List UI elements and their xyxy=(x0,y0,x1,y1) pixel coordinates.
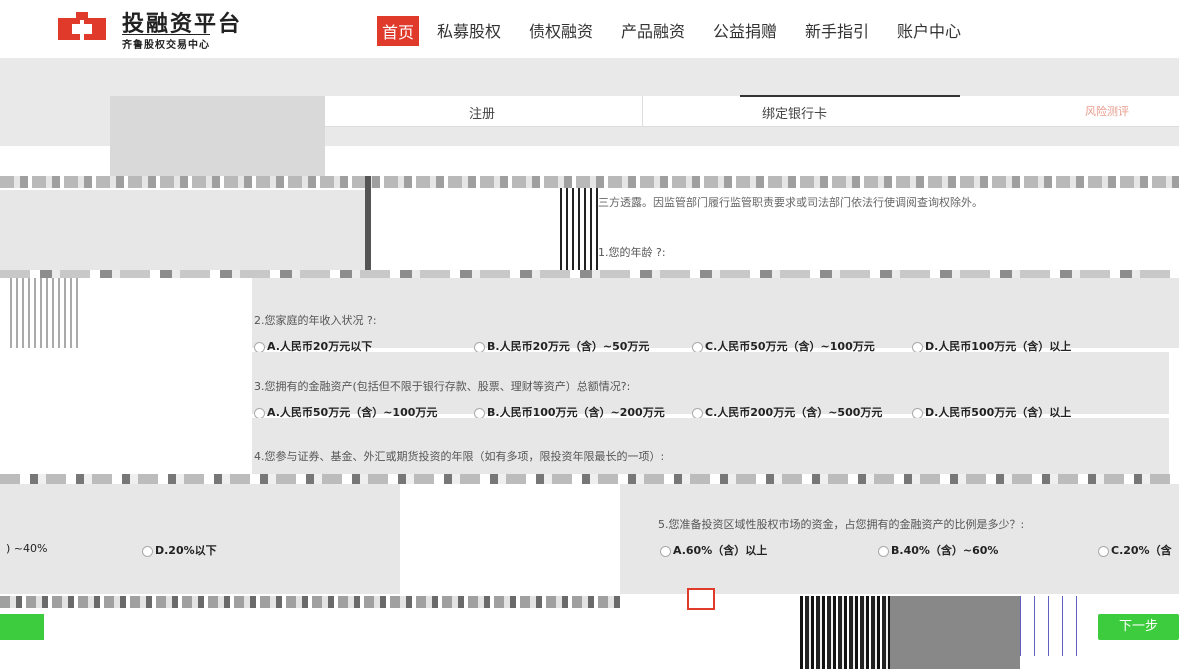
nav-product-financing[interactable]: 产品融资 xyxy=(621,18,685,42)
left-panel-upper xyxy=(0,190,365,274)
step-divider xyxy=(642,96,643,126)
nav-beginner-guide[interactable]: 新手指引 xyxy=(805,18,869,42)
step-register: 注册 xyxy=(469,107,496,122)
glitch-bar xyxy=(365,176,371,276)
nav-private-equity[interactable]: 私募股权 xyxy=(437,18,501,42)
brand-logo-icon xyxy=(58,12,106,40)
q1-options-glitched xyxy=(0,270,1179,278)
q4-panel xyxy=(252,418,1169,474)
prev-button[interactable] xyxy=(0,614,44,640)
glitch-barcode xyxy=(800,596,890,669)
agreement-line-glitched xyxy=(0,596,620,608)
q4-options-glitched xyxy=(0,474,1179,484)
radio-icon[interactable] xyxy=(692,341,703,353)
radio-icon[interactable] xyxy=(474,341,485,353)
glitch-block xyxy=(110,96,325,176)
glitch-stripes xyxy=(560,188,600,276)
step-bind-card: 绑定银行卡 xyxy=(762,107,828,122)
nav-debt-financing[interactable]: 债权融资 xyxy=(529,18,593,42)
step-progress-bar xyxy=(325,96,1179,127)
question-5-title: 5.您准备投资区域性股权市场的资金，占您拥有的金融资产的比例是多少？: xyxy=(658,518,1025,531)
step-risk-assessment: 风险测评 xyxy=(1085,105,1129,118)
lower-left-panel xyxy=(0,484,400,594)
radio-icon[interactable] xyxy=(142,545,153,557)
radio-icon[interactable] xyxy=(912,341,923,353)
radio-icon[interactable] xyxy=(660,545,671,557)
radio-icon[interactable] xyxy=(254,341,265,353)
question-1-title: 1.您的年龄 ?: xyxy=(598,246,666,259)
next-button[interactable]: 下一步 xyxy=(1098,614,1179,640)
radio-icon[interactable] xyxy=(912,407,923,419)
q5-option-c[interactable]: C.20%（含 xyxy=(1098,542,1172,558)
radio-icon[interactable] xyxy=(474,407,485,419)
q5-option-b-fragment: ) ~40% xyxy=(6,542,48,555)
glitch-stripes-left xyxy=(10,278,80,348)
nav-account-center[interactable]: 账户中心 xyxy=(897,18,961,42)
question-3-title: 3.您拥有的金融资产(包括但不限于银行存款、股票、理财等资产）总额情况?: xyxy=(254,380,631,393)
q5-option-a[interactable]: A.60%（含）以上 xyxy=(660,542,767,558)
glitch-blue-lines xyxy=(1020,596,1080,656)
q5-option-b[interactable]: B.40%（含）~60% xyxy=(878,542,998,558)
glitch-dark-block xyxy=(890,596,1020,669)
radio-icon[interactable] xyxy=(692,407,703,419)
nav-donation[interactable]: 公益捐赠 xyxy=(713,18,777,42)
notice-line-glitched xyxy=(0,176,1179,188)
q5-option-d[interactable]: D.20%以下 xyxy=(142,542,217,558)
agree-checkbox[interactable] xyxy=(687,588,715,610)
radio-icon[interactable] xyxy=(878,545,889,557)
radio-icon[interactable] xyxy=(1098,545,1109,557)
step-active-indicator xyxy=(740,95,960,97)
q5-panel xyxy=(620,484,1179,594)
question-4-title: 4.您参与证券、基金、外汇或期货投资的年限（如有多项，限投资年限最长的一项）: xyxy=(254,450,665,463)
brand-subtitle: 齐鲁股权交易中心 xyxy=(122,34,210,51)
notice-text: 三方透露。因监管部门履行监管职责要求或司法部门依法行使调阅查询权除外。 xyxy=(598,196,983,209)
question-2-title: 2.您家庭的年收入状况 ?: xyxy=(254,314,377,327)
nav-home[interactable]: 首页 xyxy=(377,16,420,46)
radio-icon[interactable] xyxy=(254,407,265,419)
